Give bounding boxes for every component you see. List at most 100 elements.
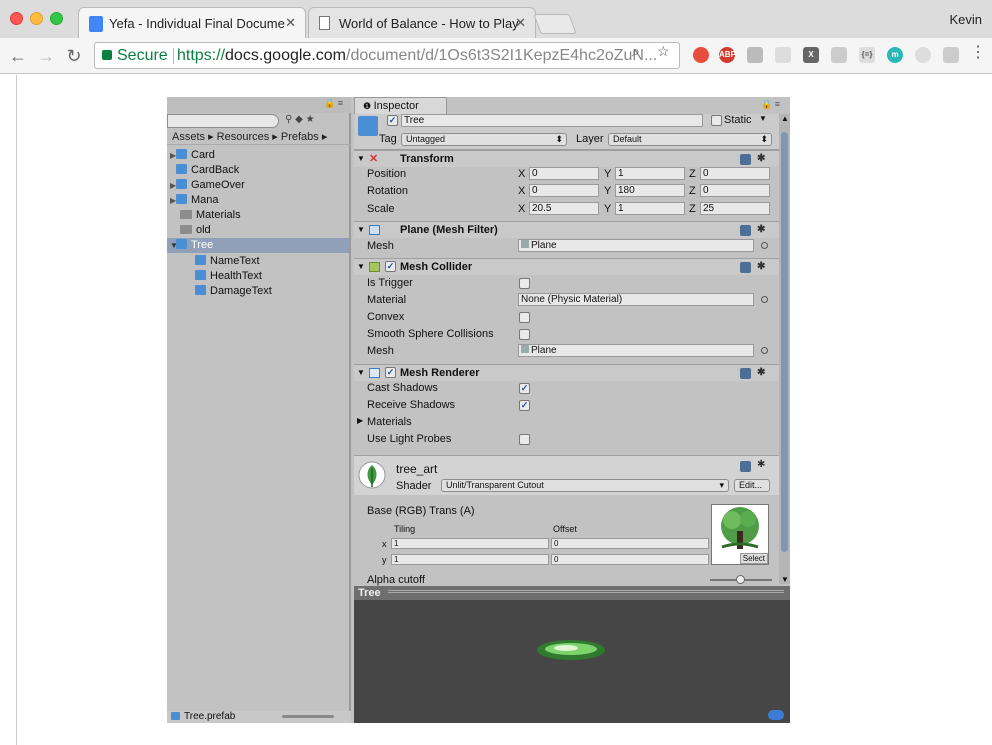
shader-edit-button[interactable]: Edit... <box>734 479 770 492</box>
expand-arrow-icon[interactable]: ▶ <box>167 148 176 163</box>
mesh-collider-enabled-checkbox[interactable]: ✓ <box>385 261 396 272</box>
collider-mesh-field[interactable]: Plane <box>518 344 754 357</box>
profile-name[interactable]: Kevin <box>949 12 982 27</box>
forward-button[interactable]: → <box>34 44 58 68</box>
scroll-up-icon[interactable]: ▲ <box>781 114 789 123</box>
extension-x-icon[interactable]: X <box>803 47 819 63</box>
static-checkbox[interactable] <box>711 115 722 126</box>
project-item-mana[interactable]: ▶ Mana <box>167 193 349 208</box>
alpha-cutoff-slider-thumb[interactable] <box>736 575 745 584</box>
project-item-damagetext[interactable]: DamageText <box>167 284 349 299</box>
extension-box-icon[interactable] <box>943 47 959 63</box>
close-window-button[interactable] <box>10 12 23 25</box>
extension-shield-icon[interactable] <box>747 47 763 63</box>
receive-shadows-checkbox[interactable]: ✓ <box>519 400 530 411</box>
materials-label[interactable]: Materials <box>367 416 412 428</box>
mesh-filter-header[interactable]: ▼ Plane (Mesh Filter) ✱ <box>354 221 779 238</box>
panel-lock-icon[interactable]: 🔒 ≡ <box>324 98 343 109</box>
collapse-arrow-icon[interactable]: ▼ <box>167 238 178 253</box>
position-x-field[interactable]: 0 <box>529 167 599 180</box>
project-search-input[interactable] <box>167 114 279 128</box>
project-item-card[interactable]: ▶ Card <box>167 148 349 163</box>
extension-download-icon[interactable] <box>775 47 791 63</box>
expand-arrow-icon[interactable]: ▶ <box>357 416 363 425</box>
adblock-icon[interactable]: ABP <box>719 47 736 63</box>
tab-docs[interactable]: Yefa - Individual Final Docume ✕ <box>78 7 306 38</box>
project-item-healthtext[interactable]: HealthText <box>167 269 349 284</box>
collapse-arrow-icon[interactable]: ▼ <box>357 151 365 167</box>
smooth-sphere-checkbox[interactable] <box>519 329 530 340</box>
project-item-nametext[interactable]: NameText <box>167 254 349 269</box>
help-icon[interactable] <box>740 368 751 379</box>
mesh-renderer-header[interactable]: ▼ ✓ Mesh Renderer ✱ <box>354 364 779 381</box>
tag-dropdown[interactable]: Untagged ⬍ <box>401 133 567 146</box>
tab-world-of-balance[interactable]: World of Balance - How to Play ✕ <box>308 7 536 38</box>
extension-m-icon[interactable]: m <box>887 47 903 63</box>
asset-label-icon[interactable] <box>768 710 784 720</box>
mesh-renderer-enabled-checkbox[interactable]: ✓ <box>385 367 396 378</box>
transform-header[interactable]: ▼ ✕ Transform ✱ <box>354 150 779 167</box>
extension-json-icon[interactable]: {=} <box>859 47 875 63</box>
object-picker-icon[interactable] <box>761 296 768 303</box>
gear-icon[interactable]: ✱ <box>757 259 765 275</box>
scale-x-field[interactable]: 20.5 <box>529 202 599 215</box>
extension-grid-icon[interactable] <box>831 47 847 63</box>
tree-plane-preview[interactable] <box>536 639 606 661</box>
help-icon[interactable] <box>740 461 751 472</box>
menu-dots-icon[interactable]: ⋮ <box>970 42 986 62</box>
rotation-x-field[interactable]: 0 <box>529 184 599 197</box>
inspector-scrollbar[interactable]: ▲ ▼ <box>779 114 790 584</box>
extension-face-icon[interactable] <box>915 47 931 63</box>
new-tab-button[interactable] <box>533 14 577 34</box>
inspector-tab[interactable]: ❶ Inspector <box>354 97 447 114</box>
mesh-field[interactable]: Plane <box>518 239 754 252</box>
minimize-window-button[interactable] <box>30 12 43 25</box>
layer-dropdown[interactable]: Default ⬍ <box>608 133 772 146</box>
light-probes-checkbox[interactable] <box>519 434 530 445</box>
reload-button[interactable]: ↻ <box>62 44 86 68</box>
icon-size-slider[interactable] <box>282 715 334 718</box>
gear-icon[interactable]: ✱ <box>757 151 765 167</box>
shader-dropdown[interactable]: Unlit/Transparent Cutout ▾ <box>441 479 729 492</box>
help-icon[interactable] <box>740 262 751 273</box>
tiling-x-field[interactable]: 1 <box>391 538 549 549</box>
collapse-arrow-icon[interactable]: ▼ <box>357 365 365 381</box>
project-item-old[interactable]: old <box>167 223 349 238</box>
project-item-tree[interactable]: ▼ Tree <box>167 238 349 253</box>
address-bar[interactable]: Secure https://docs.google.com/document/… <box>94 42 680 69</box>
project-filter-icons[interactable]: ⚲ ◆ ★ <box>285 114 315 125</box>
help-icon[interactable] <box>740 225 751 236</box>
close-tab-icon[interactable]: ✕ <box>515 15 526 31</box>
cast-shadows-checkbox[interactable]: ✓ <box>519 383 530 394</box>
convex-checkbox[interactable] <box>519 312 530 323</box>
expand-arrow-icon[interactable]: ▶ <box>167 178 176 193</box>
panel-lock-icon[interactable]: 🔒 ≡ <box>761 99 780 110</box>
collapse-arrow-icon[interactable]: ▼ <box>357 222 365 238</box>
active-checkbox[interactable]: ✓ <box>387 115 398 126</box>
maximize-window-button[interactable] <box>50 12 63 25</box>
static-dropdown-icon[interactable]: ▼ <box>759 114 767 123</box>
is-trigger-checkbox[interactable] <box>519 278 530 289</box>
close-tab-icon[interactable]: ✕ <box>285 15 296 31</box>
bookmark-star-icon[interactable]: ☆ <box>657 43 670 60</box>
offset-y-field[interactable]: 0 <box>551 554 709 565</box>
object-picker-icon[interactable] <box>761 347 768 354</box>
help-icon[interactable] <box>740 154 751 165</box>
texture-select-button[interactable]: Select <box>739 553 768 564</box>
scroll-thumb[interactable] <box>781 132 788 552</box>
scale-z-field[interactable]: 25 <box>700 202 770 215</box>
rotation-z-field[interactable]: 0 <box>700 184 770 197</box>
expand-arrow-icon[interactable]: ▶ <box>167 193 176 208</box>
preview-drag-handle[interactable] <box>388 590 784 593</box>
gear-icon[interactable]: ✱ <box>757 365 765 381</box>
position-z-field[interactable]: 0 <box>700 167 770 180</box>
extension-red-icon[interactable] <box>693 47 709 63</box>
object-picker-icon[interactable] <box>761 242 768 249</box>
physic-material-field[interactable]: None (Physic Material) <box>518 293 754 306</box>
gear-icon[interactable]: ✱ <box>757 222 765 238</box>
position-y-field[interactable]: 1 <box>615 167 685 180</box>
preview-header[interactable]: Tree <box>354 586 790 600</box>
project-item-gameover[interactable]: ▶ GameOver <box>167 178 349 193</box>
scroll-down-icon[interactable]: ▼ <box>781 575 789 584</box>
tiling-y-field[interactable]: 1 <box>391 554 549 565</box>
